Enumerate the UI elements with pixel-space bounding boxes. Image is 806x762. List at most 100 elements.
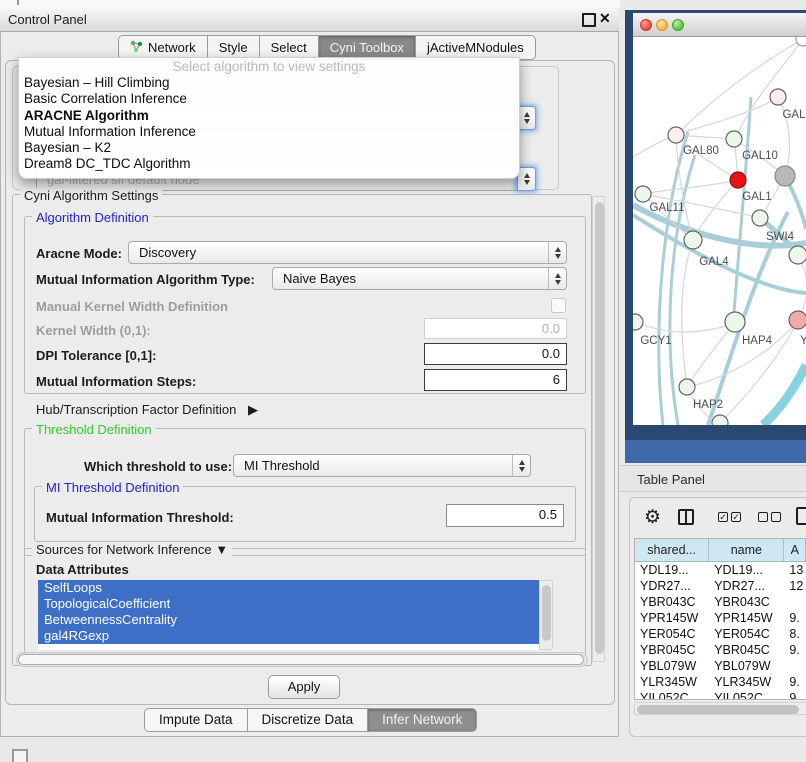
network-node[interactable] — [712, 415, 728, 425]
close-traffic-light-icon[interactable] — [640, 19, 652, 31]
table-cell[interactable]: YDR27... — [709, 578, 784, 594]
kernel-width-field[interactable]: 0.0 — [424, 318, 567, 339]
table-cell[interactable]: 9. — [784, 642, 806, 658]
network-canvas[interactable]: GALGAL80GAL10GAL1GAL11SWI4GAL4GCY1HAP4YH… — [633, 37, 806, 425]
network-node-gcy1[interactable] — [633, 314, 643, 330]
table-cell[interactable]: YDL19... — [709, 562, 784, 578]
attribute-list-item[interactable]: BetweennessCentrality — [38, 612, 539, 628]
manual-kernel-checkbox[interactable] — [551, 298, 566, 313]
popup-item[interactable]: Dream8 DC_TDC Algorithm — [19, 156, 519, 172]
scrollbar-thumb[interactable] — [18, 654, 584, 665]
table-row[interactable]: YIL052CYIL052C9. — [635, 690, 806, 700]
table-cell[interactable]: 8. — [784, 626, 806, 642]
column-header[interactable]: shared... — [635, 539, 709, 561]
attribute-list-item[interactable]: SelfLoops — [38, 580, 539, 596]
checked-box-icon[interactable]: ✓ — [731, 512, 741, 522]
bottom-tab-discretize-data[interactable]: Discretize Data — [248, 709, 369, 731]
tab-select[interactable]: Select — [260, 36, 319, 59]
network-node-swi4[interactable] — [752, 210, 768, 226]
dpi-tolerance-field[interactable]: 0.0 — [424, 343, 567, 365]
zoom-traffic-light-icon[interactable] — [672, 19, 684, 31]
table-cell[interactable]: YBL079W — [635, 658, 709, 674]
network-node[interactable] — [789, 246, 806, 264]
table-row[interactable]: YDR27...YDR27...12 — [635, 578, 806, 594]
data-attributes-list[interactable]: SelfLoopsTopologicalCoefficientBetweenne… — [38, 580, 553, 650]
table-cell[interactable]: YLR345W — [709, 674, 784, 690]
close-icon[interactable]: ✕ — [599, 10, 611, 27]
gear-icon[interactable]: ⚙ — [644, 508, 661, 527]
column-header[interactable]: name — [709, 539, 784, 561]
table-cell[interactable]: YIL052C — [635, 690, 709, 700]
network-node-hap4[interactable] — [725, 312, 745, 332]
table-cell[interactable]: YDR27... — [635, 578, 709, 594]
scrollbar-thumb[interactable] — [595, 202, 604, 654]
tab-jactivemnodules[interactable]: jActiveMNodules — [416, 36, 535, 59]
page-icon[interactable] — [796, 507, 806, 525]
checked-box-icon[interactable]: ✓ — [718, 512, 728, 522]
network-node-gal[interactable] — [770, 89, 786, 105]
table-row[interactable]: YBR045CYBR045C9. — [635, 642, 806, 658]
mi-threshold-field[interactable]: 0.5 — [446, 504, 564, 527]
table-row[interactable]: YBL079WYBL079W — [635, 658, 806, 674]
combo-stepper-icon[interactable] — [548, 242, 566, 263]
float-window-icon[interactable] — [582, 13, 596, 27]
popup-item[interactable]: Bayesian – K2 — [19, 140, 519, 156]
which-threshold-combo[interactable]: MI Threshold — [233, 454, 531, 477]
table-cell[interactable]: YIL052C — [709, 690, 784, 700]
tab-network[interactable]: Network — [119, 36, 208, 59]
popup-item[interactable]: Bayesian – Hill Climbing — [19, 75, 519, 91]
bottom-tab-infer-network[interactable]: Infer Network — [368, 709, 476, 731]
table-cell[interactable]: YBR045C — [635, 642, 709, 658]
table-cell[interactable] — [784, 594, 806, 610]
collapse-triangle-icon[interactable]: ▼ — [215, 542, 228, 557]
list-vertical-scrollbar[interactable] — [539, 580, 553, 650]
table-row[interactable]: YDL19...YDL19...13 — [635, 562, 806, 578]
table-cell[interactable]: YPR145W — [635, 610, 709, 626]
network-window-titlebar[interactable] — [633, 13, 806, 37]
table-row[interactable]: YPR145WYPR145W9. — [635, 610, 806, 626]
scrollbar-thumb[interactable] — [637, 705, 799, 714]
network-node-gal11[interactable] — [635, 186, 651, 202]
table-cell[interactable]: YBR045C — [709, 642, 784, 658]
table-cell[interactable]: 13 — [784, 562, 806, 578]
combo-stepper-icon[interactable] — [548, 268, 566, 289]
table-cell[interactable]: 9. — [784, 690, 806, 700]
popup-item[interactable]: ARACNE Algorithm — [19, 108, 519, 124]
hub-definition-expander[interactable]: Hub/Transcription Factor Definition ▶ — [36, 402, 258, 418]
unchecked-box-icon[interactable] — [758, 512, 768, 522]
settings-horizontal-scrollbar[interactable] — [16, 652, 588, 667]
network-node[interactable] — [796, 37, 806, 46]
network-node-y[interactable] — [789, 311, 806, 329]
scrollbar-thumb[interactable] — [542, 585, 551, 641]
apply-button[interactable]: Apply — [268, 675, 340, 699]
table-cell[interactable]: 9. — [784, 674, 806, 690]
table-cell[interactable]: YDL19... — [635, 562, 709, 578]
network-node-gal80[interactable] — [668, 127, 684, 143]
table-cell[interactable] — [784, 658, 806, 674]
table-cell[interactable]: YBR043C — [635, 594, 709, 610]
popup-item[interactable]: Mutual Information Inference — [19, 124, 519, 140]
attribute-list-item[interactable]: TopologicalCoefficient — [38, 596, 539, 612]
mi-type-combo[interactable]: Naive Bayes — [272, 267, 567, 290]
popup-item[interactable]: Basic Correlation Inference — [19, 91, 519, 107]
column-browser-icon[interactable] — [678, 509, 694, 525]
network-node-hap2[interactable] — [679, 379, 695, 395]
table-row[interactable]: YLR345WYLR345W9. — [635, 674, 806, 690]
tab-style[interactable]: Style — [208, 36, 260, 59]
table-cell[interactable]: YPR145W — [709, 610, 784, 626]
settings-vertical-scrollbar[interactable] — [592, 196, 605, 662]
tab-cyni-toolbox[interactable]: Cyni Toolbox — [319, 36, 416, 59]
table-cell[interactable]: 12 — [784, 578, 806, 594]
network-node-gal10[interactable] — [726, 131, 742, 147]
table-cell[interactable]: 9. — [784, 610, 806, 626]
expand-triangle-icon[interactable]: ▶ — [248, 402, 258, 417]
column-header[interactable]: A — [784, 539, 806, 561]
table-cell[interactable]: YER054C — [635, 626, 709, 642]
table-row[interactable]: YBR043CYBR043C — [635, 594, 806, 610]
bottom-tab-impute-data[interactable]: Impute Data — [145, 709, 248, 731]
table-row[interactable]: YER054CYER054C8. — [635, 626, 806, 642]
table-cell[interactable]: YBR043C — [709, 594, 784, 610]
table-cell[interactable]: YER054C — [709, 626, 784, 642]
mi-steps-field[interactable]: 6 — [424, 369, 567, 391]
network-node-gal1[interactable] — [730, 172, 746, 188]
